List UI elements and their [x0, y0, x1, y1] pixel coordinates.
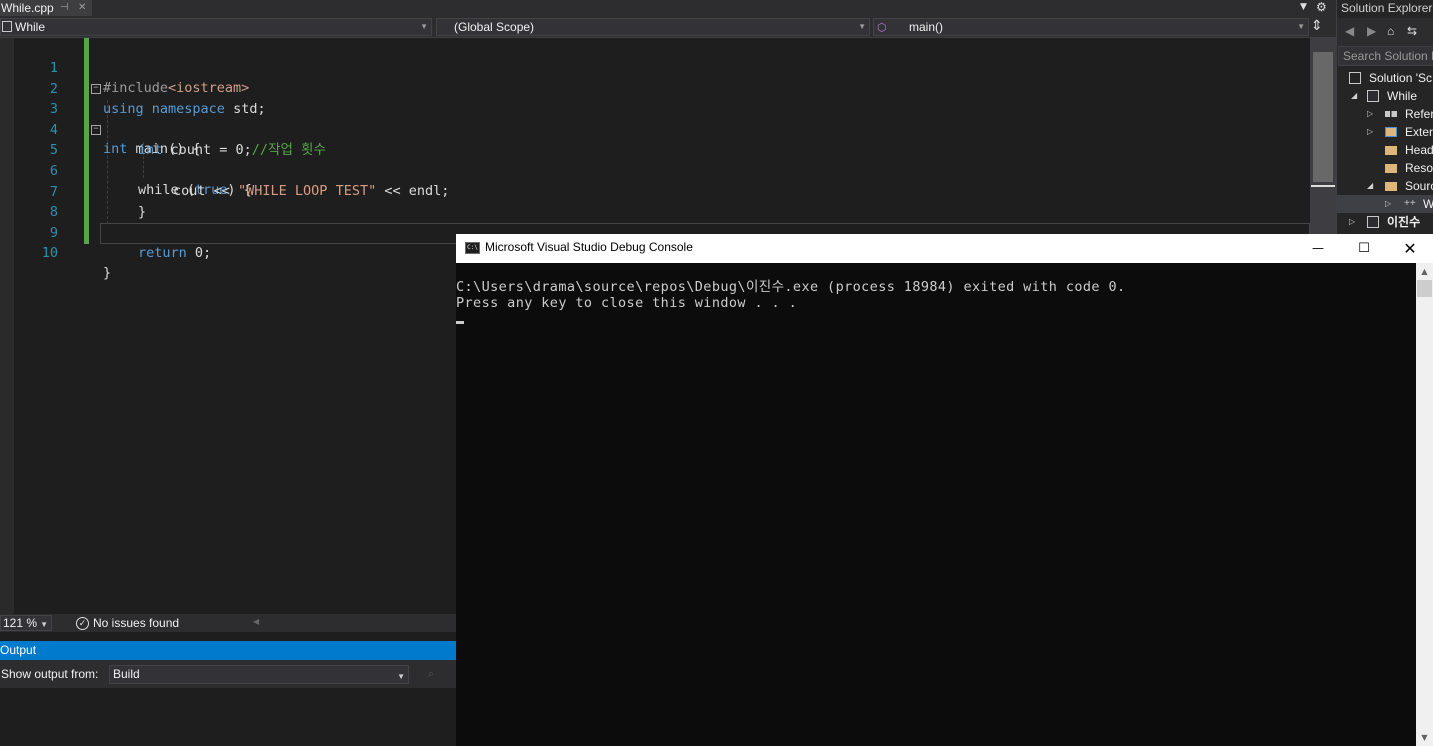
- issues-status[interactable]: No issues found: [93, 616, 179, 630]
- code-line: 6 cout << "WHILE LOOP TEST" << endl;: [0, 141, 1306, 199]
- forward-icon[interactable]: ▶: [1367, 24, 1376, 38]
- code-line: 8: [0, 182, 1306, 220]
- scroll-down-icon[interactable]: ▼: [1416, 729, 1433, 746]
- code-line: 7 }: [0, 162, 1306, 220]
- minimize-icon[interactable]: —: [1295, 234, 1341, 263]
- output-panel-title[interactable]: Output: [0, 641, 456, 660]
- external-deps-icon: [1385, 127, 1397, 137]
- tab-while-cpp[interactable]: While.cpp ⊣ ✕: [0, 0, 92, 16]
- member-dropdown[interactable]: ⬡ main() ▼: [873, 18, 1309, 36]
- solution-search-input[interactable]: Search Solution Explorer: [1338, 46, 1433, 66]
- home-icon[interactable]: ⌂: [1387, 24, 1394, 38]
- code-text: return 0;: [138, 244, 212, 261]
- project-dropdown-value: While: [15, 20, 46, 34]
- code-line: 9 return 0;: [0, 203, 1306, 261]
- maximize-icon[interactable]: ☐: [1341, 234, 1387, 263]
- scope-dropdown-value: (Global Scope): [454, 20, 535, 34]
- tab-label: While.cpp: [1, 1, 54, 15]
- chevron-down-icon: ▼: [40, 620, 48, 629]
- project-dropdown[interactable]: While ▼: [0, 18, 432, 36]
- collapse-icon[interactable]: −: [91, 125, 101, 136]
- collapsed-icon[interactable]: ▷: [1367, 105, 1373, 123]
- code-line: 3 − int main() {: [0, 79, 1306, 158]
- close-icon[interactable]: ✕: [78, 0, 86, 16]
- tree-item-solution[interactable]: Solution 'Sc: [1337, 69, 1433, 87]
- code-line: 2 using namespace std;: [0, 59, 1306, 117]
- chevron-down-icon: ▼: [420, 22, 428, 31]
- console-line: Press any key to close this window . . .: [456, 295, 798, 311]
- console-scrollbar[interactable]: ▲ ▼: [1416, 263, 1433, 746]
- references-icon: [1385, 111, 1397, 117]
- folder-icon: [1385, 164, 1397, 173]
- tree-item-while-cpp[interactable]: ▷ ++ While.cpp: [1337, 195, 1433, 213]
- line-number: 10: [41, 245, 58, 262]
- pin-icon[interactable]: ⊣: [60, 0, 69, 16]
- output-toolbar: Show output from: Build ▼ ⌕: [0, 660, 456, 688]
- solution-explorer-title: Solution Explorer: [1341, 1, 1433, 15]
- expanded-icon[interactable]: ◢: [1351, 87, 1357, 105]
- tree-item-source-files[interactable]: ◢ Source Files: [1337, 177, 1433, 195]
- tree-item-project-2[interactable]: ▷ 이진수: [1337, 213, 1433, 231]
- project-icon: [2, 21, 12, 32]
- console-output[interactable]: C:\Users\drama\source\repos\Debug\이진수.ex…: [456, 263, 1416, 746]
- zoom-dropdown[interactable]: 121 % ▼: [0, 615, 52, 631]
- console-title: Microsoft Visual Studio Debug Console: [485, 240, 693, 254]
- find-message-icon[interactable]: ⌕: [421, 665, 441, 684]
- code-line: 4 int count = 0;//작업 횟수: [0, 100, 1306, 158]
- gear-icon[interactable]: ⚙: [1316, 0, 1327, 14]
- output-source-dropdown[interactable]: Build ▼: [109, 665, 409, 684]
- tree-item-resource-files[interactable]: Resource Files: [1337, 159, 1433, 177]
- back-icon[interactable]: ◀: [1345, 24, 1354, 38]
- chevron-down-icon: ▼: [858, 22, 866, 31]
- console-scrollbar-thumb[interactable]: [1417, 280, 1432, 297]
- project-icon: [1367, 216, 1379, 228]
- code-text: }: [103, 265, 112, 282]
- tree-item-header-files[interactable]: Header Files: [1337, 141, 1433, 159]
- chevron-down-icon: ▼: [1297, 22, 1305, 31]
- collapse-icon[interactable]: −: [91, 84, 101, 95]
- editor-status-strip: 121 % ▼ ✓ No issues found ◀: [0, 614, 456, 632]
- folder-icon: [1385, 182, 1397, 191]
- method-icon: ⬡: [877, 22, 887, 34]
- console-cursor: [456, 321, 464, 324]
- solution-explorer-toolbar: ◀ ▶ ⌂ ⇆: [1337, 18, 1433, 46]
- scroll-up-icon[interactable]: ▲: [1416, 263, 1433, 280]
- window-close-icon[interactable]: ✕: [1387, 234, 1433, 263]
- collapsed-icon[interactable]: ▷: [1385, 195, 1391, 213]
- debug-console-window[interactable]: C:\ Microsoft Visual Studio Debug Consol…: [456, 234, 1433, 746]
- console-app-icon: C:\: [465, 242, 480, 254]
- document-tab-bar: While.cpp ⊣ ✕ ▼ ⚙: [0, 0, 1336, 16]
- collapsed-icon[interactable]: ▷: [1367, 123, 1373, 141]
- tree-item-references[interactable]: ▷ References: [1337, 105, 1433, 123]
- collapsed-icon[interactable]: ▷: [1349, 213, 1355, 231]
- expanded-icon[interactable]: ◢: [1367, 177, 1373, 195]
- scroll-left-icon[interactable]: ◀: [253, 617, 259, 626]
- caret-position-marker: [1311, 185, 1335, 187]
- show-output-label: Show output from:: [1, 667, 99, 681]
- code-line: 5 − while (true) {: [0, 120, 1306, 199]
- tree-item-project[interactable]: ◢ While: [1337, 87, 1433, 105]
- output-text-area[interactable]: [0, 688, 456, 746]
- console-title-bar[interactable]: C:\ Microsoft Visual Studio Debug Consol…: [456, 234, 1433, 263]
- console-line: C:\Users\drama\source\repos\Debug\이진수.ex…: [456, 279, 1126, 295]
- scrollbar-thumb[interactable]: [1313, 52, 1333, 182]
- chevron-down-icon: ▼: [397, 672, 405, 681]
- scope-dropdown[interactable]: (Global Scope) ▼: [436, 18, 870, 36]
- navigation-bar: While ▼ (Global Scope) ▼ ⬡ main() ▼: [0, 16, 1336, 38]
- folder-icon: [1385, 146, 1397, 155]
- member-dropdown-value: main(): [909, 20, 944, 34]
- sync-icon[interactable]: ⇆: [1407, 24, 1417, 38]
- check-circle-icon[interactable]: ✓: [76, 617, 89, 630]
- project-icon: [1367, 90, 1379, 102]
- code-line: 1 #include<iostream>: [0, 38, 1306, 96]
- tree-item-external-dependencies[interactable]: ▷ External Dependencies: [1337, 123, 1433, 141]
- tab-dropdown-icon[interactable]: ▼: [1300, 2, 1307, 12]
- split-icon[interactable]: ⇕: [1311, 18, 1323, 34]
- zoom-value: 121 %: [3, 616, 38, 630]
- output-source-value: Build: [113, 667, 140, 681]
- solution-icon: [1349, 72, 1361, 84]
- cpp-file-icon: ++: [1404, 198, 1416, 209]
